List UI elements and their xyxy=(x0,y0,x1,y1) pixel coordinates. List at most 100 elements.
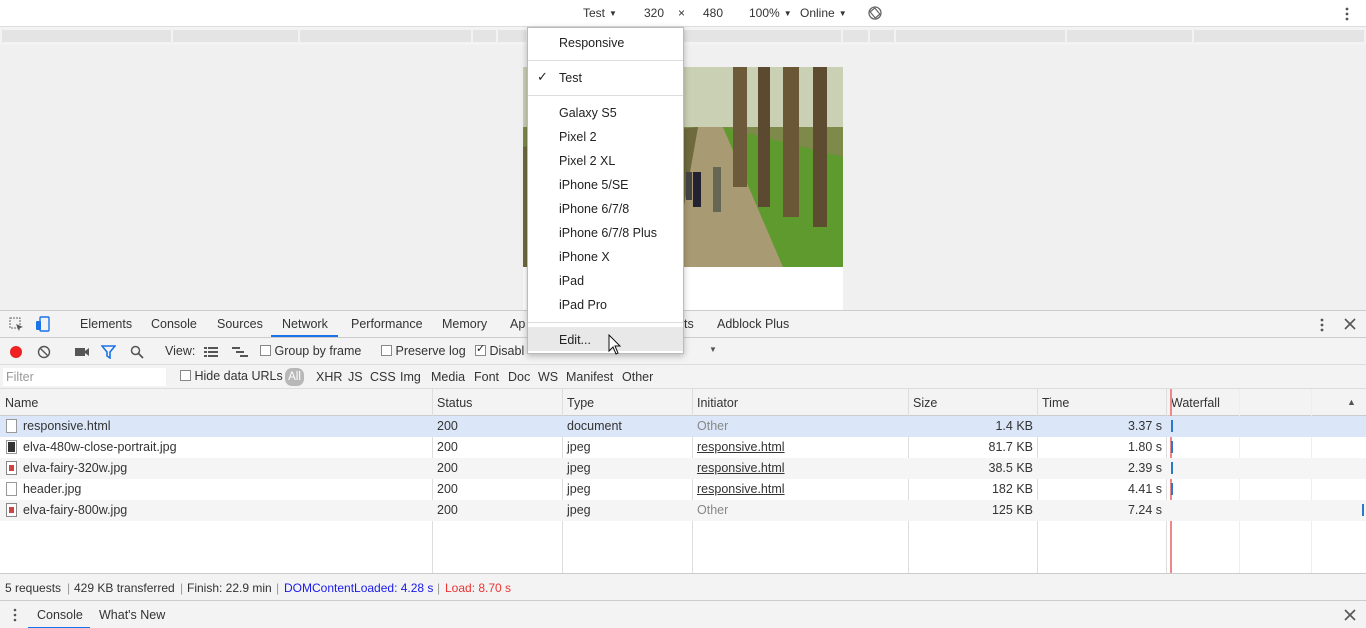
image-file-icon xyxy=(6,482,17,496)
table-row[interactable]: responsive.html 200 document Other 1.4 K… xyxy=(0,416,1366,437)
ruler-segment[interactable] xyxy=(843,30,868,42)
throttling-dropdown-icon[interactable]: ▼ xyxy=(709,345,717,354)
tab-adblock-plus[interactable]: Adblock Plus xyxy=(717,317,789,331)
clear-icon[interactable] xyxy=(37,345,51,362)
throttle-select[interactable]: Online ▼ xyxy=(800,6,847,20)
table-row[interactable]: elva-480w-close-portrait.jpg 200 jpeg re… xyxy=(0,437,1366,458)
drawer-tab-console[interactable]: Console xyxy=(37,608,83,622)
request-initiator-link[interactable]: responsive.html xyxy=(697,461,785,475)
filter-icon[interactable] xyxy=(100,345,117,362)
hide-data-urls-checkbox[interactable]: Hide data URLs xyxy=(180,369,283,383)
menu-item-device[interactable]: iPhone 6/7/8 Plus xyxy=(559,226,657,240)
tab-sources[interactable]: Sources xyxy=(217,317,263,331)
tab-elements[interactable]: Elements xyxy=(80,317,132,331)
request-initiator-link[interactable]: responsive.html xyxy=(697,482,785,496)
request-initiator-link[interactable]: responsive.html xyxy=(697,440,785,454)
tab-audits[interactable]: ts xyxy=(684,317,694,331)
ruler-segment[interactable] xyxy=(173,30,298,42)
drawer-tab-whats-new[interactable]: What's New xyxy=(99,608,165,622)
request-size: 125 KB xyxy=(991,503,1033,517)
ruler-segment[interactable] xyxy=(498,30,526,42)
menu-item-device[interactable]: Pixel 2 xyxy=(559,130,597,144)
column-header-initiator[interactable]: Initiator xyxy=(697,396,738,410)
tab-performance[interactable]: Performance xyxy=(351,317,423,331)
menu-item-responsive[interactable]: Responsive xyxy=(559,36,624,50)
finish-time: Finish: 22.9 min xyxy=(187,581,272,595)
ruler-segment[interactable] xyxy=(2,30,171,42)
type-filter-media[interactable]: Media xyxy=(431,370,465,384)
rotate-icon[interactable] xyxy=(868,6,882,23)
type-filter-img[interactable]: Img xyxy=(400,370,421,384)
overview-waterfall-icon[interactable] xyxy=(232,346,248,361)
menu-item-device[interactable]: iPhone X xyxy=(559,250,610,264)
checkmark-icon: ✓ xyxy=(537,69,548,84)
menu-item-device[interactable]: Galaxy S5 xyxy=(559,106,617,120)
height-input[interactable]: 480 xyxy=(703,6,723,20)
type-filter-other[interactable]: Other xyxy=(622,370,653,384)
device-toolbar-toggle-icon[interactable] xyxy=(35,316,51,335)
request-size: 182 KB xyxy=(991,482,1033,496)
menu-divider xyxy=(528,60,683,61)
width-input[interactable]: 320 xyxy=(644,6,664,20)
close-drawer-icon[interactable] xyxy=(1344,609,1356,624)
menu-item-device[interactable]: Pixel 2 XL xyxy=(559,154,615,168)
ruler-segment[interactable] xyxy=(300,30,471,42)
screenshot-capture-icon[interactable] xyxy=(74,346,90,361)
close-devtools-icon[interactable] xyxy=(1344,318,1356,333)
column-header-status[interactable]: Status xyxy=(437,396,472,410)
column-header-time[interactable]: Time xyxy=(1042,396,1069,410)
menu-item-device[interactable]: iPhone 6/7/8 xyxy=(559,202,629,216)
request-time: 3.37 s xyxy=(1127,419,1162,433)
tab-console[interactable]: Console xyxy=(151,317,197,331)
group-by-frame-label: Group by frame xyxy=(274,344,362,358)
type-filter-xhr[interactable]: XHR xyxy=(316,370,342,384)
more-options-icon[interactable] xyxy=(1343,6,1351,25)
menu-item-device[interactable]: iPad Pro xyxy=(559,298,607,312)
more-options-icon[interactable] xyxy=(1318,317,1326,336)
filter-input[interactable] xyxy=(3,368,166,386)
ruler-segment[interactable] xyxy=(870,30,894,42)
table-row[interactable]: header.jpg 200 jpeg responsive.html 182 … xyxy=(0,479,1366,500)
separator: | xyxy=(180,581,184,595)
inspect-element-icon[interactable] xyxy=(9,317,24,335)
type-filter-ws[interactable]: WS xyxy=(538,370,558,384)
column-header-waterfall[interactable]: Waterfall xyxy=(1171,396,1220,410)
menu-item-device[interactable]: iPhone 5/SE xyxy=(559,178,629,192)
column-header-type[interactable]: Type xyxy=(567,396,594,410)
drawer-menu-icon[interactable] xyxy=(12,608,18,625)
tab-application[interactable]: Ap xyxy=(510,317,525,331)
column-header-name[interactable]: Name xyxy=(5,396,38,410)
search-icon[interactable] xyxy=(130,345,144,362)
sort-ascending-icon[interactable]: ▲ xyxy=(1347,397,1356,407)
type-filter-doc[interactable]: Doc xyxy=(508,370,530,384)
type-filter-manifest[interactable]: Manifest xyxy=(566,370,613,384)
mouse-cursor-icon xyxy=(608,333,622,359)
menu-item-device[interactable]: iPad xyxy=(559,274,584,288)
request-name: elva-fairy-320w.jpg xyxy=(23,461,128,475)
ruler-segment[interactable] xyxy=(1194,30,1364,42)
type-filter-all[interactable]: All xyxy=(285,368,304,386)
zoom-select[interactable]: 100% ▼ xyxy=(749,6,792,20)
type-filter-js[interactable]: JS xyxy=(348,370,363,384)
table-row[interactable]: elva-fairy-800w.jpg 200 jpeg Other 125 K… xyxy=(0,500,1366,521)
menu-item-test[interactable]: Test xyxy=(559,71,582,85)
column-header-size[interactable]: Size xyxy=(913,396,937,410)
record-icon[interactable] xyxy=(9,345,23,362)
ruler-segment[interactable] xyxy=(1067,30,1192,42)
disable-cache-checkbox[interactable]: Disabl xyxy=(475,342,524,358)
type-filter-font[interactable]: Font xyxy=(474,370,499,384)
preserve-log-checkbox[interactable]: Preserve log xyxy=(381,344,466,358)
ruler-segment[interactable] xyxy=(684,30,841,42)
table-row[interactable]: elva-fairy-320w.jpg 200 jpeg responsive.… xyxy=(0,458,1366,479)
tab-memory[interactable]: Memory xyxy=(442,317,487,331)
group-by-frame-checkbox[interactable]: Group by frame xyxy=(260,344,361,358)
menu-item-edit[interactable]: Edit... xyxy=(559,333,591,347)
ruler-segment[interactable] xyxy=(473,30,496,42)
tab-network[interactable]: Network xyxy=(282,317,328,331)
device-select[interactable]: Test ▼ xyxy=(583,6,617,20)
type-filter-css[interactable]: CSS xyxy=(370,370,396,384)
load-time: Load: 8.70 s xyxy=(445,581,512,595)
large-rows-icon[interactable] xyxy=(204,346,218,361)
menu-item-edit-highlight[interactable] xyxy=(528,327,683,351)
ruler-segment[interactable] xyxy=(896,30,1065,42)
